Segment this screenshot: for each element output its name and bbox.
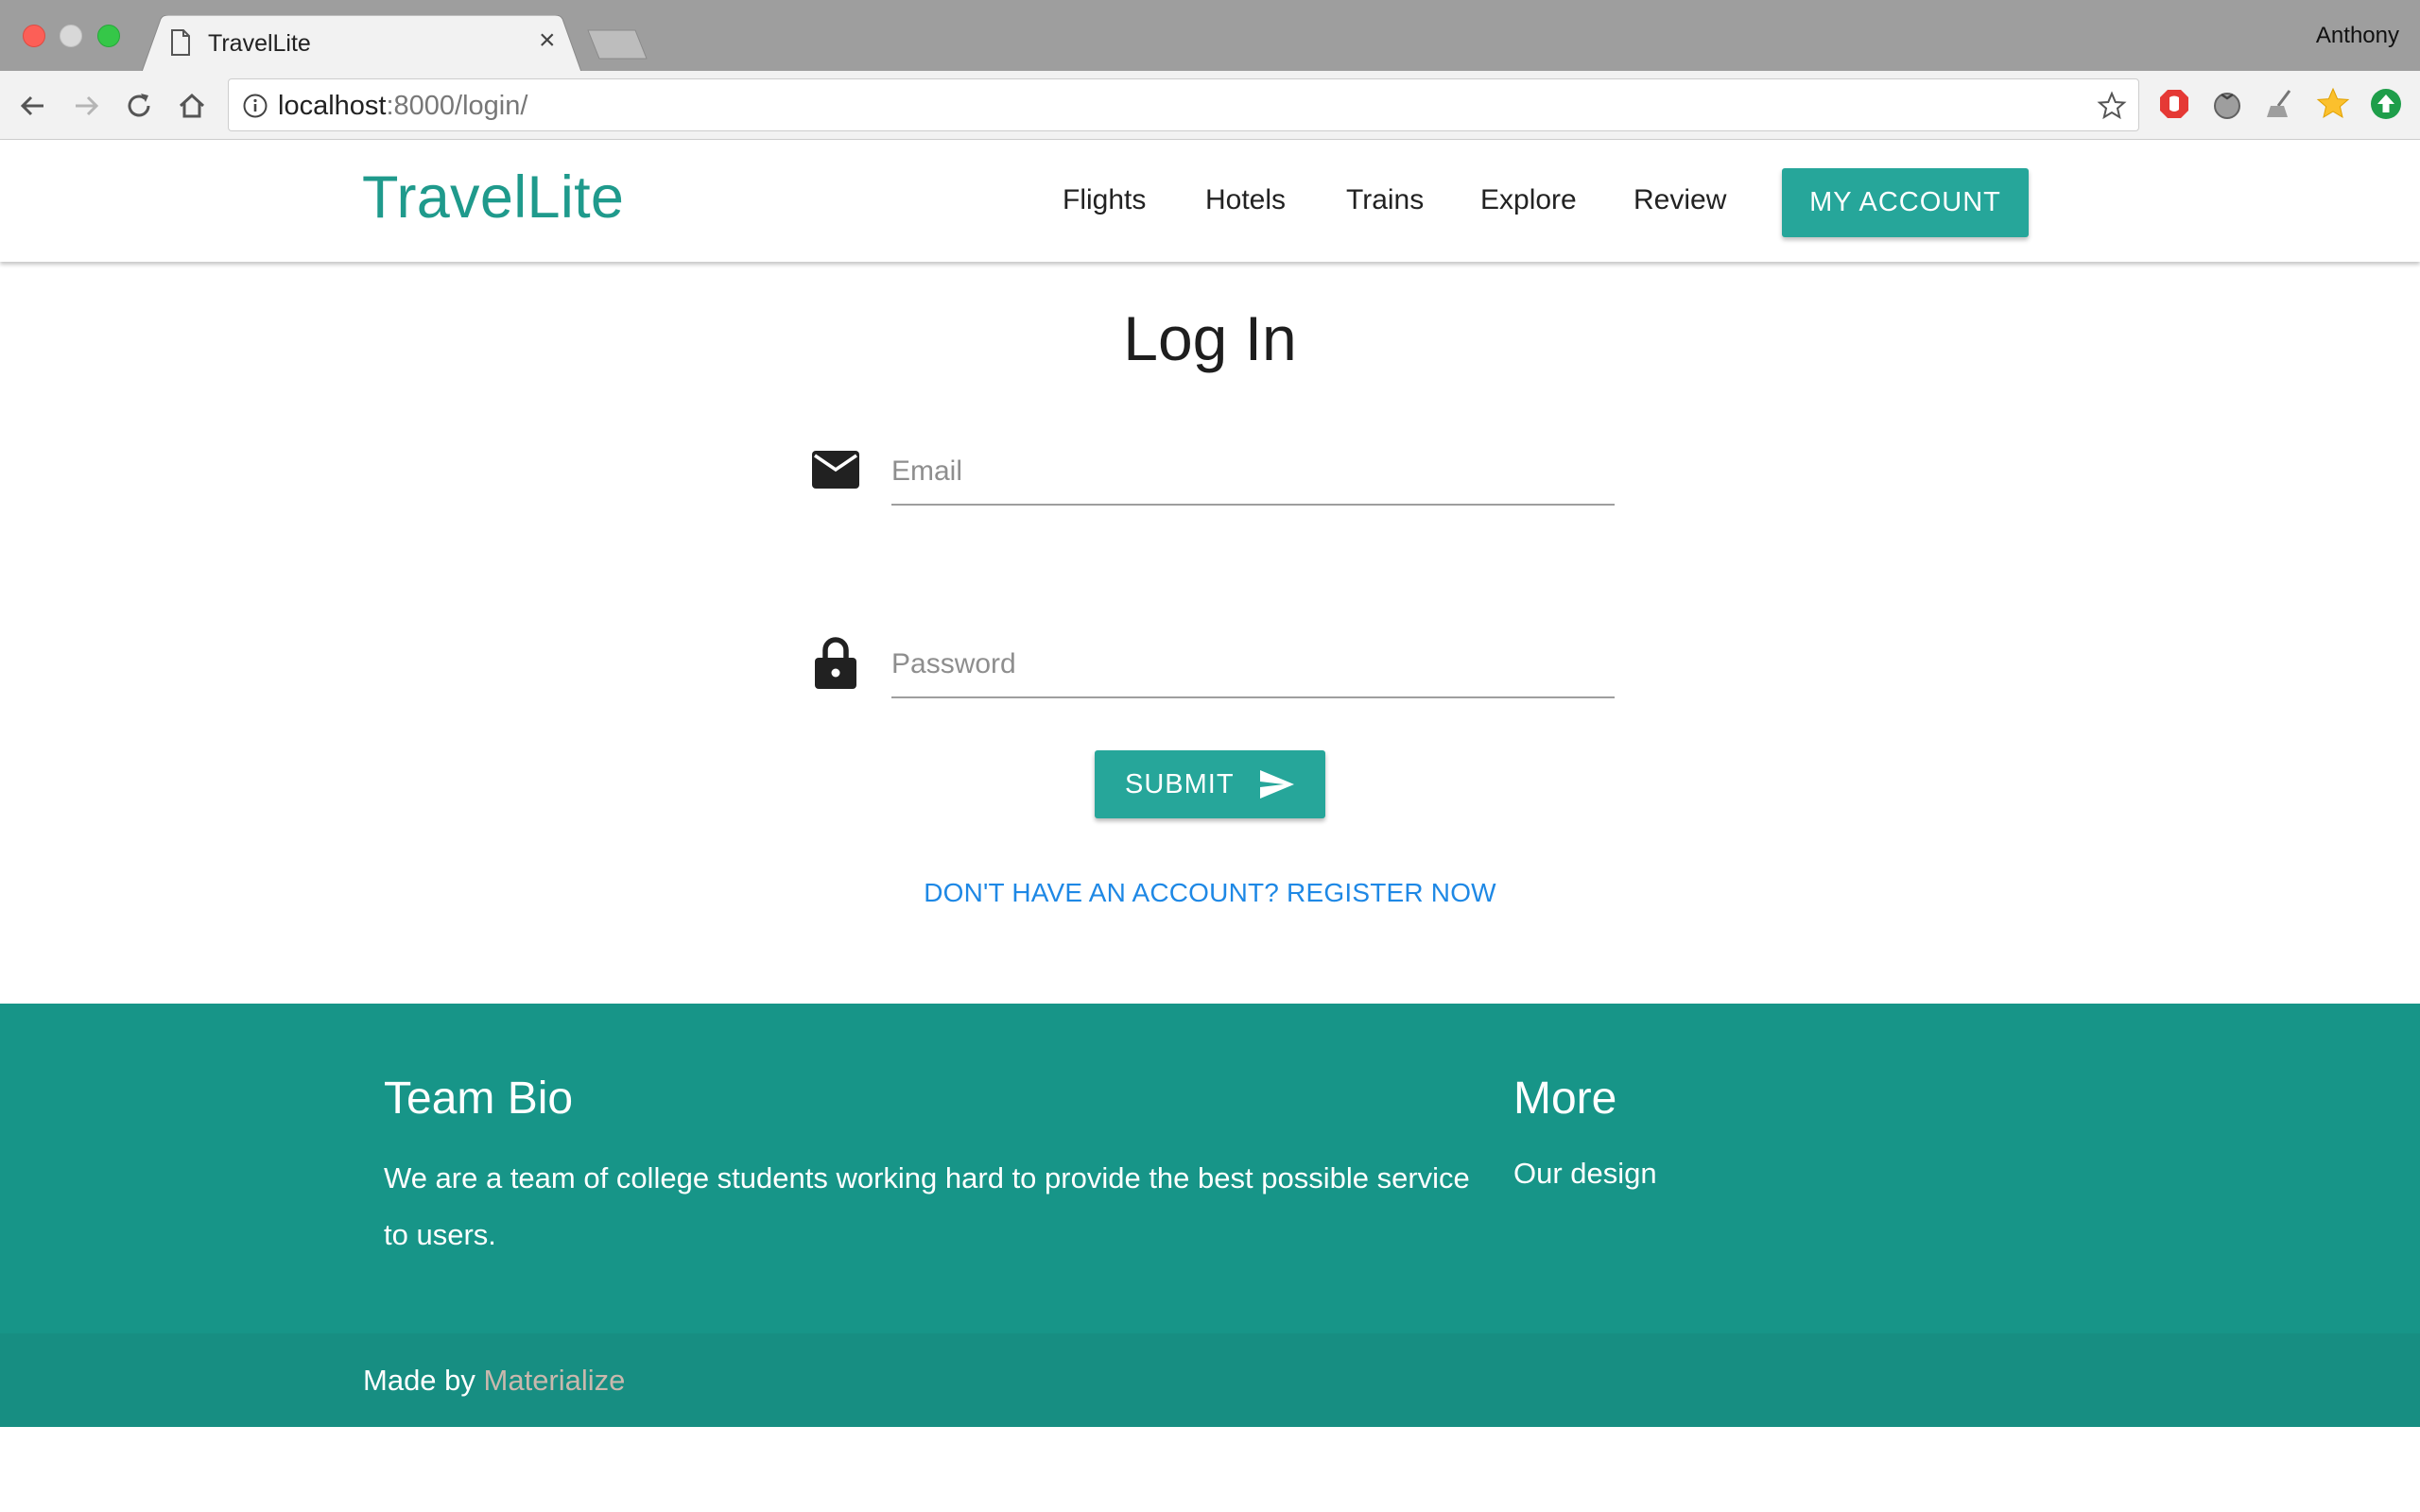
bookmark-star-icon[interactable] xyxy=(2097,91,2127,121)
maximize-window-button[interactable] xyxy=(97,25,120,47)
made-by-prefix: Made by xyxy=(363,1364,484,1397)
footer-link-our-design[interactable]: Our design xyxy=(1513,1155,1657,1193)
nav-link-trains[interactable]: Trains xyxy=(1346,183,1424,217)
brand-logo[interactable]: TravelLite xyxy=(362,164,624,231)
footer-bio-title: Team Bio xyxy=(384,1074,574,1124)
new-tab-button[interactable] xyxy=(586,28,648,60)
nav-link-review[interactable]: Review xyxy=(1634,183,1726,217)
broom-extension-icon[interactable] xyxy=(2263,87,2297,121)
footer-more-title: More xyxy=(1513,1074,1617,1124)
nav-link-explore[interactable]: Explore xyxy=(1480,183,1577,217)
forward-arrow-icon[interactable] xyxy=(68,88,104,124)
adblock-extension-icon[interactable] xyxy=(2157,87,2191,121)
url-path: :8000/login/ xyxy=(386,91,528,121)
nav-link-flights[interactable]: Flights xyxy=(1063,183,1146,217)
address-bar[interactable]: localhost:8000/login/ xyxy=(228,78,2139,131)
url-text[interactable]: localhost:8000/login/ xyxy=(278,91,527,121)
page-icon xyxy=(171,29,190,56)
browser-toolbar: localhost:8000/login/ xyxy=(0,71,2420,140)
browser-titlebar: TravelLite × Anthony xyxy=(0,0,2420,72)
minimize-window-button[interactable] xyxy=(60,25,82,47)
tomato-extension-icon[interactable] xyxy=(2210,87,2244,121)
site-footer: Team Bio We are a team of college studen… xyxy=(0,1004,2420,1333)
page-title: Log In xyxy=(1123,303,1297,373)
register-link[interactable]: DON'T HAVE AN ACCOUNT? REGISTER NOW xyxy=(0,877,2420,909)
reload-icon[interactable] xyxy=(121,88,157,124)
home-icon[interactable] xyxy=(174,88,210,124)
email-input[interactable] xyxy=(891,439,1615,506)
tab-title: TravelLite xyxy=(208,30,311,57)
mail-icon xyxy=(812,451,859,489)
made-by-text: Made by Materialize xyxy=(363,1364,625,1398)
browser-tab-active[interactable]: TravelLite × xyxy=(142,15,581,72)
site-navbar: TravelLite Flights Hotels Trains Explore… xyxy=(0,140,2420,262)
my-account-button[interactable]: MY ACCOUNT xyxy=(1782,168,2029,237)
info-icon[interactable] xyxy=(242,93,268,119)
submit-label: SUBMIT xyxy=(1125,769,1235,799)
footer-copyright-bar: Made by Materialize xyxy=(0,1333,2420,1427)
tab-close-icon[interactable]: × xyxy=(539,26,556,55)
close-window-button[interactable] xyxy=(23,25,45,47)
back-arrow-icon[interactable] xyxy=(15,88,51,124)
password-input[interactable] xyxy=(891,632,1615,698)
profile-name[interactable]: Anthony xyxy=(2316,23,2399,49)
submit-button[interactable]: SUBMIT xyxy=(1095,750,1325,818)
url-host: localhost xyxy=(278,91,387,121)
footer-bio-text: We are a team of college students workin… xyxy=(384,1161,1470,1251)
star-extension-icon[interactable] xyxy=(2316,87,2350,121)
nav-link-hotels[interactable]: Hotels xyxy=(1205,183,1286,217)
lock-icon xyxy=(815,637,856,689)
upload-extension-icon[interactable] xyxy=(2369,87,2403,121)
send-icon xyxy=(1260,770,1294,799)
materialize-link[interactable]: Materialize xyxy=(484,1364,626,1397)
